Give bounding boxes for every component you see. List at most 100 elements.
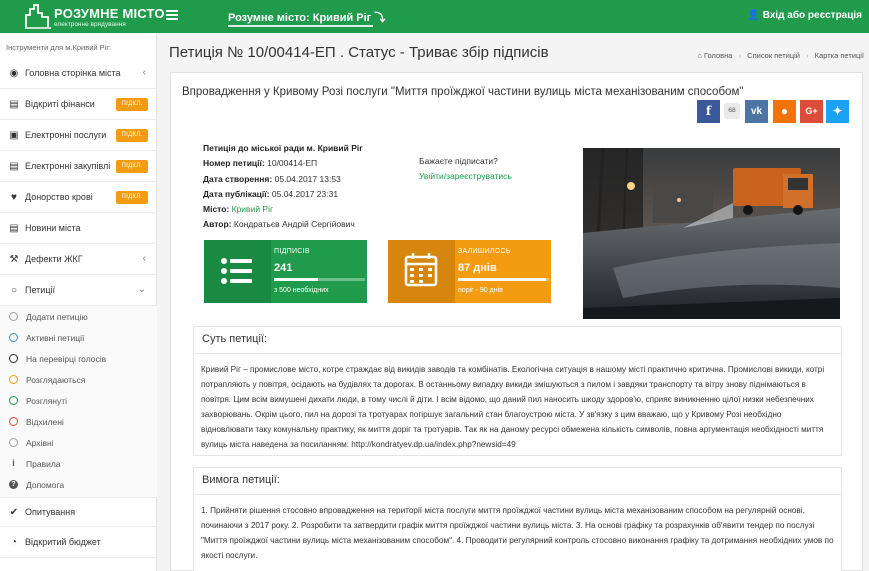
calendar-icon [388,240,455,303]
sidebar-item-e-procurement[interactable]: ▤ Електронні закупівлі ПІДКЛ. [0,152,157,182]
top-navbar: РОЗУМНЕ МІСТО електронне врядування Розу… [0,0,869,33]
sidebar: Інструменти для м.Кривий Ріг: ◉ Головна … [0,33,157,571]
petition-demand-box: Вимога петиції: 1. Прийняти рішення стос… [193,467,842,571]
newspaper-icon: ▤ [9,223,19,234]
sidebar-sub-label: Додати петицію [26,312,88,322]
sidebar-item-blood-donation[interactable]: ♥ Донорство крові ПІДКЛ. [0,183,157,213]
list-icon [204,240,271,303]
user-icon: 👤 [747,10,760,21]
breadcrumb: ⌂ Головна › Список петицій › Картка пети… [697,51,864,60]
signatures-value: 241 [274,262,293,274]
author-name: Кондратьєв Андрій Сергійович [233,219,355,230]
sidebar-sub-label: Розглянуті [26,396,68,406]
petition-info: Петиція до міської ради м. Кривий Ріг Но… [203,141,363,233]
connect-badge[interactable]: ПІДКЛ. [116,191,148,204]
heart-icon: ♥ [11,192,17,203]
sidebar-item-polls[interactable]: ✔ Опитування [0,497,157,527]
breadcrumb-petition-list[interactable]: Список петицій [747,51,800,60]
sidebar-item-petitions[interactable]: ○ Петиції ⌄ [0,276,157,306]
sidebar-item-open-budget[interactable]: ◔ Відкритий бюджет [0,528,157,558]
login-link[interactable]: 👤 Вхід або реєстрація [747,10,862,21]
signatures-needed: з 500 необхідних [274,287,329,294]
login-label: Вхід або реєстрація [762,10,862,21]
petition-heading: Впровадження у Кривому Розі послуги "Мит… [182,86,744,98]
pie-chart-icon: ◔ [10,537,18,548]
facebook-icon[interactable]: f [697,100,720,123]
remaining-value: 87 днів [458,262,497,274]
breadcrumb-home[interactable]: Головна [704,51,733,60]
sidebar-item-label: Відкритий бюджет [25,537,101,547]
sidebar-heading: Інструменти для м.Кривий Ріг: [6,43,112,52]
circle-icon [9,417,18,426]
breadcrumb-separator: › [806,51,809,60]
menu-toggle-icon[interactable] [166,8,178,22]
twitter-icon[interactable]: ✦ [826,100,849,123]
number-label: Номер петиції: [203,158,265,169]
breadcrumb-current: Картка петиції [814,51,864,60]
sidebar-item-label: Головна сторінка міста [25,68,121,78]
sidebar-item-label: Новини міста [25,223,81,233]
sidebar-sub-archived[interactable]: Архівні [0,433,157,454]
published-date: 05.04.2017 23:31 [271,188,339,199]
city-link[interactable]: Кривий Ріг [232,204,273,214]
sidebar-sub-rules[interactable]: i Правила [0,454,157,475]
city-selector-underline [228,25,373,27]
signatures-progress-fill [274,278,318,281]
connect-badge[interactable]: ПІДКЛ. [116,98,148,111]
connect-badge[interactable]: ПІДКЛ. [116,160,148,173]
sidebar-sub-active[interactable]: Активні петиції [0,328,157,349]
created-date: 05.04.2017 13:53 [274,173,341,184]
wrench-icon: ⚒ [9,254,19,265]
chevron-left-icon: ‹ [142,67,146,78]
logo-subtitle: електронне врядування [54,21,126,28]
published-label: Дата публікації: [203,188,270,199]
sidebar-sub-rejected[interactable]: Відхилені [0,412,157,433]
petition-essence-box: Суть петиції: Кривий Ріг – промислове мі… [193,326,842,456]
site-logo[interactable]: РОЗУМНЕ МІСТО електронне врядування [24,3,164,30]
sidebar-item-label: Відкриті фінанси [25,99,95,109]
login-register-link[interactable]: Увійти/зареєструватись [419,171,512,181]
circle-icon [9,354,18,363]
breadcrumb-separator: › [738,51,742,60]
city-label: Місто: [203,204,230,215]
sidebar-sub-help[interactable]: ? Допомога [0,475,157,496]
sidebar-sub-reviewed[interactable]: Розглянуті [0,391,157,412]
sidebar-item-label: Петиції [25,285,55,295]
google-plus-icon[interactable]: G+ [800,100,823,123]
signatures-label: ПІДПИСІВ [274,248,310,255]
vk-icon[interactable]: vk [745,100,768,123]
sidebar-sub-label: Правила [26,459,61,469]
demand-title: Вимога петиції: [202,474,280,486]
logo-title: РОЗУМНЕ МІСТО [54,6,165,21]
essence-header: Суть петиції: [194,327,841,354]
city-selector[interactable]: Розумне місто: Кривий Ріг ⤵ [228,9,385,25]
city-skyline-icon [25,4,51,29]
sidebar-item-label: Донорство крові [25,192,93,202]
remaining-label: ЗАЛИШИЛОСЬ [458,248,511,255]
sidebar-item-open-finance[interactable]: ▤ Відкриті фінанси ПІДКЛ. [0,90,157,120]
author-label: Автор: [203,219,232,230]
comment-icon: ○ [10,285,18,296]
circle-icon [9,333,18,342]
essence-title: Суть петиції: [202,333,268,345]
remaining-threshold: поріг - 90 днів [458,287,503,294]
odnoklassniki-icon[interactable]: ● [773,100,796,123]
question-icon: ? [9,480,18,489]
sidebar-sub-label: Допомога [26,480,65,490]
sidebar-sub-under-review[interactable]: Розглядаються [0,370,157,391]
info-icon: i [12,458,15,468]
signatures-stat: ПІДПИСІВ 241 з 500 необхідних [204,240,367,303]
sidebar-sub-add-petition[interactable]: Додати петицію [0,307,157,328]
briefcase-icon: ▣ [9,130,19,141]
sidebar-item-e-services[interactable]: ▣ Електронні послуги ПІДКЛ. [0,121,157,151]
sidebar-item-label: Опитування [25,507,76,517]
petition-photo [583,148,840,319]
connect-badge[interactable]: ПІДКЛ. [116,129,148,142]
sidebar-sub-label: На перевірці голосів [26,354,107,364]
share-count: 68 [724,103,740,119]
sidebar-item-city-news[interactable]: ▤ Новини міста [0,214,157,244]
circle-icon [9,396,18,405]
sidebar-sub-vote-check[interactable]: На перевірці голосів [0,349,157,370]
sidebar-item-city-home[interactable]: ◉ Головна сторінка міста ‹ [0,59,157,89]
sidebar-item-housing-defects[interactable]: ⚒ Дефекти ЖКГ ‹ [0,245,157,275]
